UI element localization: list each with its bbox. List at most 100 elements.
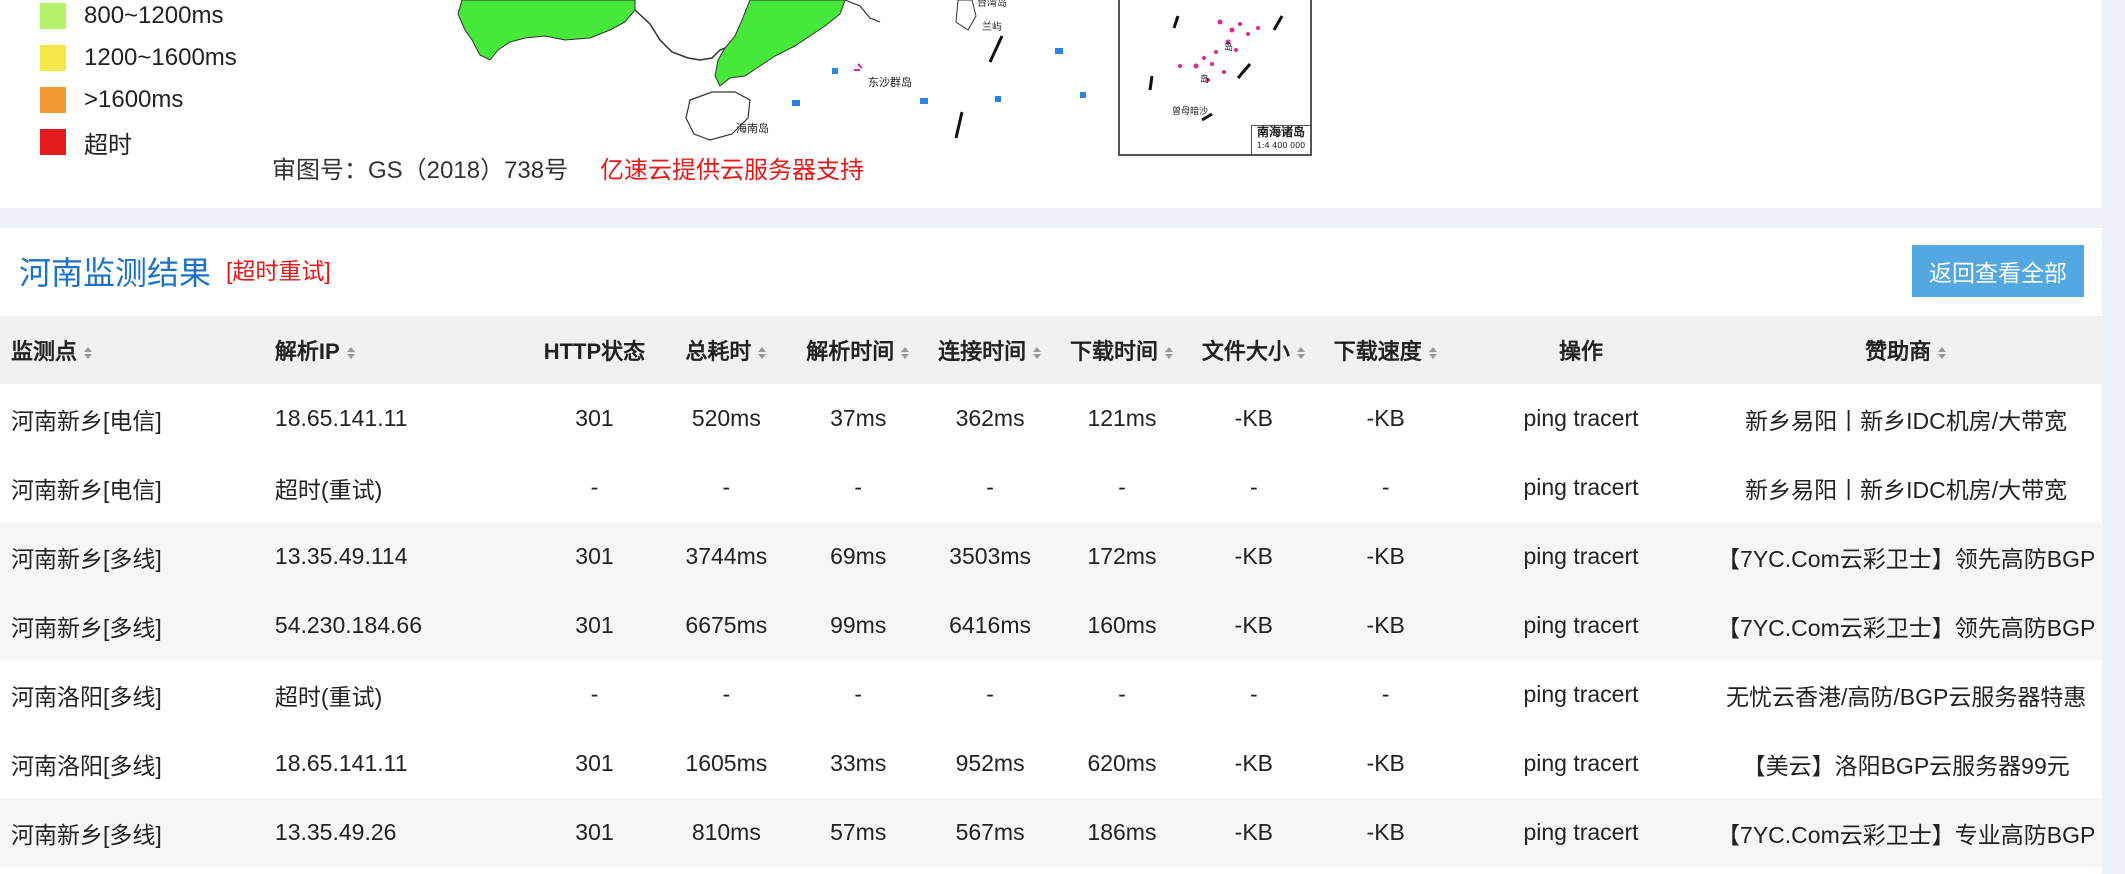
cell-dns: - (792, 453, 925, 522)
cell-sponsor[interactable]: 新乡易阳丨新乡IDC机房/大带宽 (1710, 384, 2102, 453)
svg-text:海南岛: 海南岛 (736, 121, 769, 135)
cell-sponsor[interactable]: 新乡易阳丨新乡IDC机房/大带宽 (1710, 453, 2102, 522)
sort-icon[interactable] (757, 345, 767, 361)
cell-sponsor[interactable]: 【7YC.Com云彩卫士】专业高防BGP (1710, 798, 2102, 867)
table-row: 河南洛阳[多线] 18.65.141.11 301 1605ms 33ms 95… (0, 729, 2102, 798)
header-size[interactable]: 文件大小 (1187, 316, 1320, 384)
cell-http: - (528, 453, 661, 522)
cell-dns: 33ms (792, 729, 925, 798)
cell-ip-timeout-retry[interactable]: 超时(重试) (274, 453, 529, 522)
cell-ping-tracert[interactable]: ping tracert (1451, 798, 1711, 867)
cell-total: 520ms (660, 384, 793, 453)
cell-sponsor[interactable]: 【美云】洛阳BGP云服务器99元 (1710, 729, 2102, 798)
sort-icon[interactable] (346, 345, 356, 361)
header-http: HTTP状态 (528, 316, 661, 384)
cell-connect: 362ms (924, 384, 1057, 453)
cell-sponsor[interactable]: 【7YC.Com云彩卫士】领先高防BGP (1710, 522, 2102, 591)
cell-total: 1605ms (660, 729, 793, 798)
header-dns[interactable]: 解析时间 (792, 316, 925, 384)
cell-size: - (1187, 453, 1320, 522)
cell-download: 172ms (1056, 522, 1188, 591)
cell-dns: 69ms (792, 522, 925, 591)
cell-speed: -KB (1319, 798, 1452, 867)
cell-speed: -KB (1319, 522, 1452, 591)
timeout-retry-link[interactable]: [超时重试] (226, 252, 331, 286)
cell-connect: - (924, 660, 1057, 729)
header-sponsor[interactable]: 赞助商 (1710, 316, 2102, 384)
cell-ping-tracert[interactable]: ping tracert (1451, 660, 1711, 729)
legend-item: 800~1200ms (40, 1, 223, 31)
cell-ip-timeout-retry[interactable]: 超时(重试) (274, 660, 529, 729)
header-ip[interactable]: 解析IP (274, 316, 529, 384)
cell-ip[interactable]: 18.65.141.11 (274, 384, 529, 453)
map-panel: 800~1200ms 1200~1600ms >1600ms 超时 海南岛 东沙… (0, 0, 2102, 208)
cell-dns: 37ms (792, 384, 925, 453)
back-to-all-button[interactable]: 返回查看全部 (1912, 245, 2084, 297)
cell-http: - (528, 660, 661, 729)
sort-icon[interactable] (1428, 345, 1438, 361)
sort-icon[interactable] (1296, 345, 1306, 361)
cell-node: 河南新乡[电信] (0, 453, 275, 522)
cell-dns: 99ms (792, 591, 925, 660)
cell-sponsor[interactable]: 【7YC.Com云彩卫士】领先高防BGP (1710, 591, 2102, 660)
cell-http: 301 (528, 522, 661, 591)
cell-ip[interactable]: 13.35.49.26 (274, 798, 529, 867)
table-row: 河南新乡[电信] 超时(重试) - - - - - - - ping trace… (0, 453, 2102, 522)
cell-ping-tracert[interactable]: ping tracert (1451, 453, 1711, 522)
svg-text:东沙群岛: 东沙群岛 (868, 75, 912, 89)
legend-item: >1600ms (40, 85, 183, 115)
cell-ping-tracert[interactable]: ping tracert (1451, 522, 1711, 591)
header-connect[interactable]: 连接时间 (924, 316, 1057, 384)
inset-label: 南海诸岛 1:4 400 000 (1251, 125, 1310, 154)
svg-text:岛: 岛 (1200, 73, 1209, 85)
legend-label: 1200~1600ms (84, 44, 237, 71)
map-sponsor-link[interactable]: 亿速云提供云服务器支持 (600, 150, 864, 185)
cell-http: 301 (528, 591, 661, 660)
header-total[interactable]: 总耗时 (660, 316, 793, 384)
cell-connect: 952ms (924, 729, 1057, 798)
cell-speed: - (1319, 453, 1452, 522)
cell-total: - (660, 453, 793, 522)
cell-sponsor[interactable]: 无忧云香港/高防/BGP云服务器特惠 (1710, 660, 2102, 729)
sort-icon[interactable] (1032, 345, 1042, 361)
cell-speed: - (1319, 660, 1452, 729)
sort-icon[interactable] (83, 345, 93, 361)
svg-text:兰屿: 兰屿 (982, 20, 1002, 33)
cell-ip[interactable]: 54.230.184.66 (274, 591, 529, 660)
cell-http: 301 (528, 798, 661, 867)
china-map: 海南岛 东沙群岛 台湾岛 兰屿 (457, 0, 1086, 141)
cell-total: 810ms (660, 798, 793, 867)
header-node[interactable]: 监测点 (0, 316, 275, 384)
cell-node: 河南新乡[多线] (0, 798, 275, 867)
header-speed[interactable]: 下载速度 (1319, 316, 1452, 384)
cell-http: 301 (528, 384, 661, 453)
cell-size: - (1187, 660, 1320, 729)
legend-swatch (40, 129, 66, 155)
legend-item: 1200~1600ms (40, 43, 237, 73)
south-china-sea-inset: 岛 岛 曾母暗沙 南海诸岛 1:4 400 000 (1118, 0, 1312, 156)
cell-download: - (1056, 660, 1188, 729)
cell-ping-tracert[interactable]: ping tracert (1451, 384, 1711, 453)
cell-speed: -KB (1319, 384, 1452, 453)
map-approval-number: 审图号：GS（2018）738号 (272, 157, 569, 184)
cell-download: 121ms (1056, 384, 1188, 453)
sort-icon[interactable] (1937, 345, 1947, 361)
header-download[interactable]: 下载时间 (1056, 316, 1188, 384)
cell-ping-tracert[interactable]: ping tracert (1451, 729, 1711, 798)
cell-size: -KB (1187, 591, 1320, 660)
svg-text:台湾岛: 台湾岛 (977, 0, 1007, 9)
cell-download: 620ms (1056, 729, 1188, 798)
cell-ping-tracert[interactable]: ping tracert (1451, 591, 1711, 660)
cell-download: 160ms (1056, 591, 1188, 660)
cell-speed: -KB (1319, 591, 1452, 660)
cell-total: 3744ms (660, 522, 793, 591)
table-header-row: 监测点 解析IP HTTP状态 总耗时 解析时间 连接时间 下载时间 文件大小 … (0, 316, 2102, 384)
cell-dns: - (792, 660, 925, 729)
cell-download: 186ms (1056, 798, 1188, 867)
cell-ip[interactable]: 13.35.49.114 (274, 522, 529, 591)
cell-size: -KB (1187, 729, 1320, 798)
cell-size: -KB (1187, 798, 1320, 867)
sort-icon[interactable] (1164, 345, 1174, 361)
cell-ip[interactable]: 18.65.141.11 (274, 729, 529, 798)
sort-icon[interactable] (900, 345, 910, 361)
